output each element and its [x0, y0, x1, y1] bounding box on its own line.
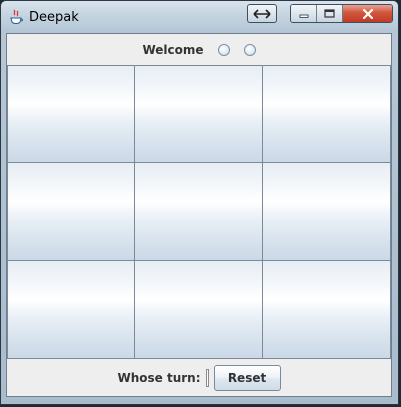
welcome-bar: Welcome — [7, 34, 391, 65]
window-title: Deepak — [29, 10, 79, 25]
content-panel: Welcome Whose turn: Reset — [6, 33, 392, 397]
minimize-icon — [299, 14, 308, 18]
minimize-button[interactable] — [291, 5, 317, 22]
player-radio-2[interactable] — [243, 43, 256, 56]
board-cell-6[interactable] — [262, 162, 391, 261]
maximize-button[interactable] — [317, 5, 343, 22]
close-button[interactable] — [343, 5, 392, 22]
status-bar: Whose turn: Reset — [7, 359, 391, 396]
game-board — [7, 65, 391, 359]
resize-arrows-icon — [253, 8, 271, 19]
board-cell-8[interactable] — [134, 260, 263, 359]
board-cell-2[interactable] — [134, 65, 263, 163]
player-radio-1[interactable] — [217, 43, 230, 56]
close-icon — [362, 8, 373, 19]
board-cell-7[interactable] — [7, 260, 135, 359]
turn-indicator-field — [205, 368, 209, 387]
title-bar[interactable]: Deepak — [1, 1, 398, 33]
board-cell-1[interactable] — [7, 65, 135, 163]
snap-button[interactable] — [247, 4, 277, 23]
board-cell-4[interactable] — [7, 162, 135, 261]
reset-button[interactable]: Reset — [213, 364, 281, 391]
whose-turn-label: Whose turn: — [117, 370, 201, 385]
board-cell-9[interactable] — [262, 260, 391, 359]
board-cell-5[interactable] — [134, 162, 263, 261]
maximize-icon — [324, 9, 335, 18]
welcome-label: Welcome — [142, 42, 204, 57]
board-cell-3[interactable] — [262, 65, 391, 163]
app-window: Deepak Welcome Whose turn: Reset — [0, 0, 399, 405]
caption-buttons — [290, 4, 393, 23]
java-icon — [10, 9, 23, 24]
